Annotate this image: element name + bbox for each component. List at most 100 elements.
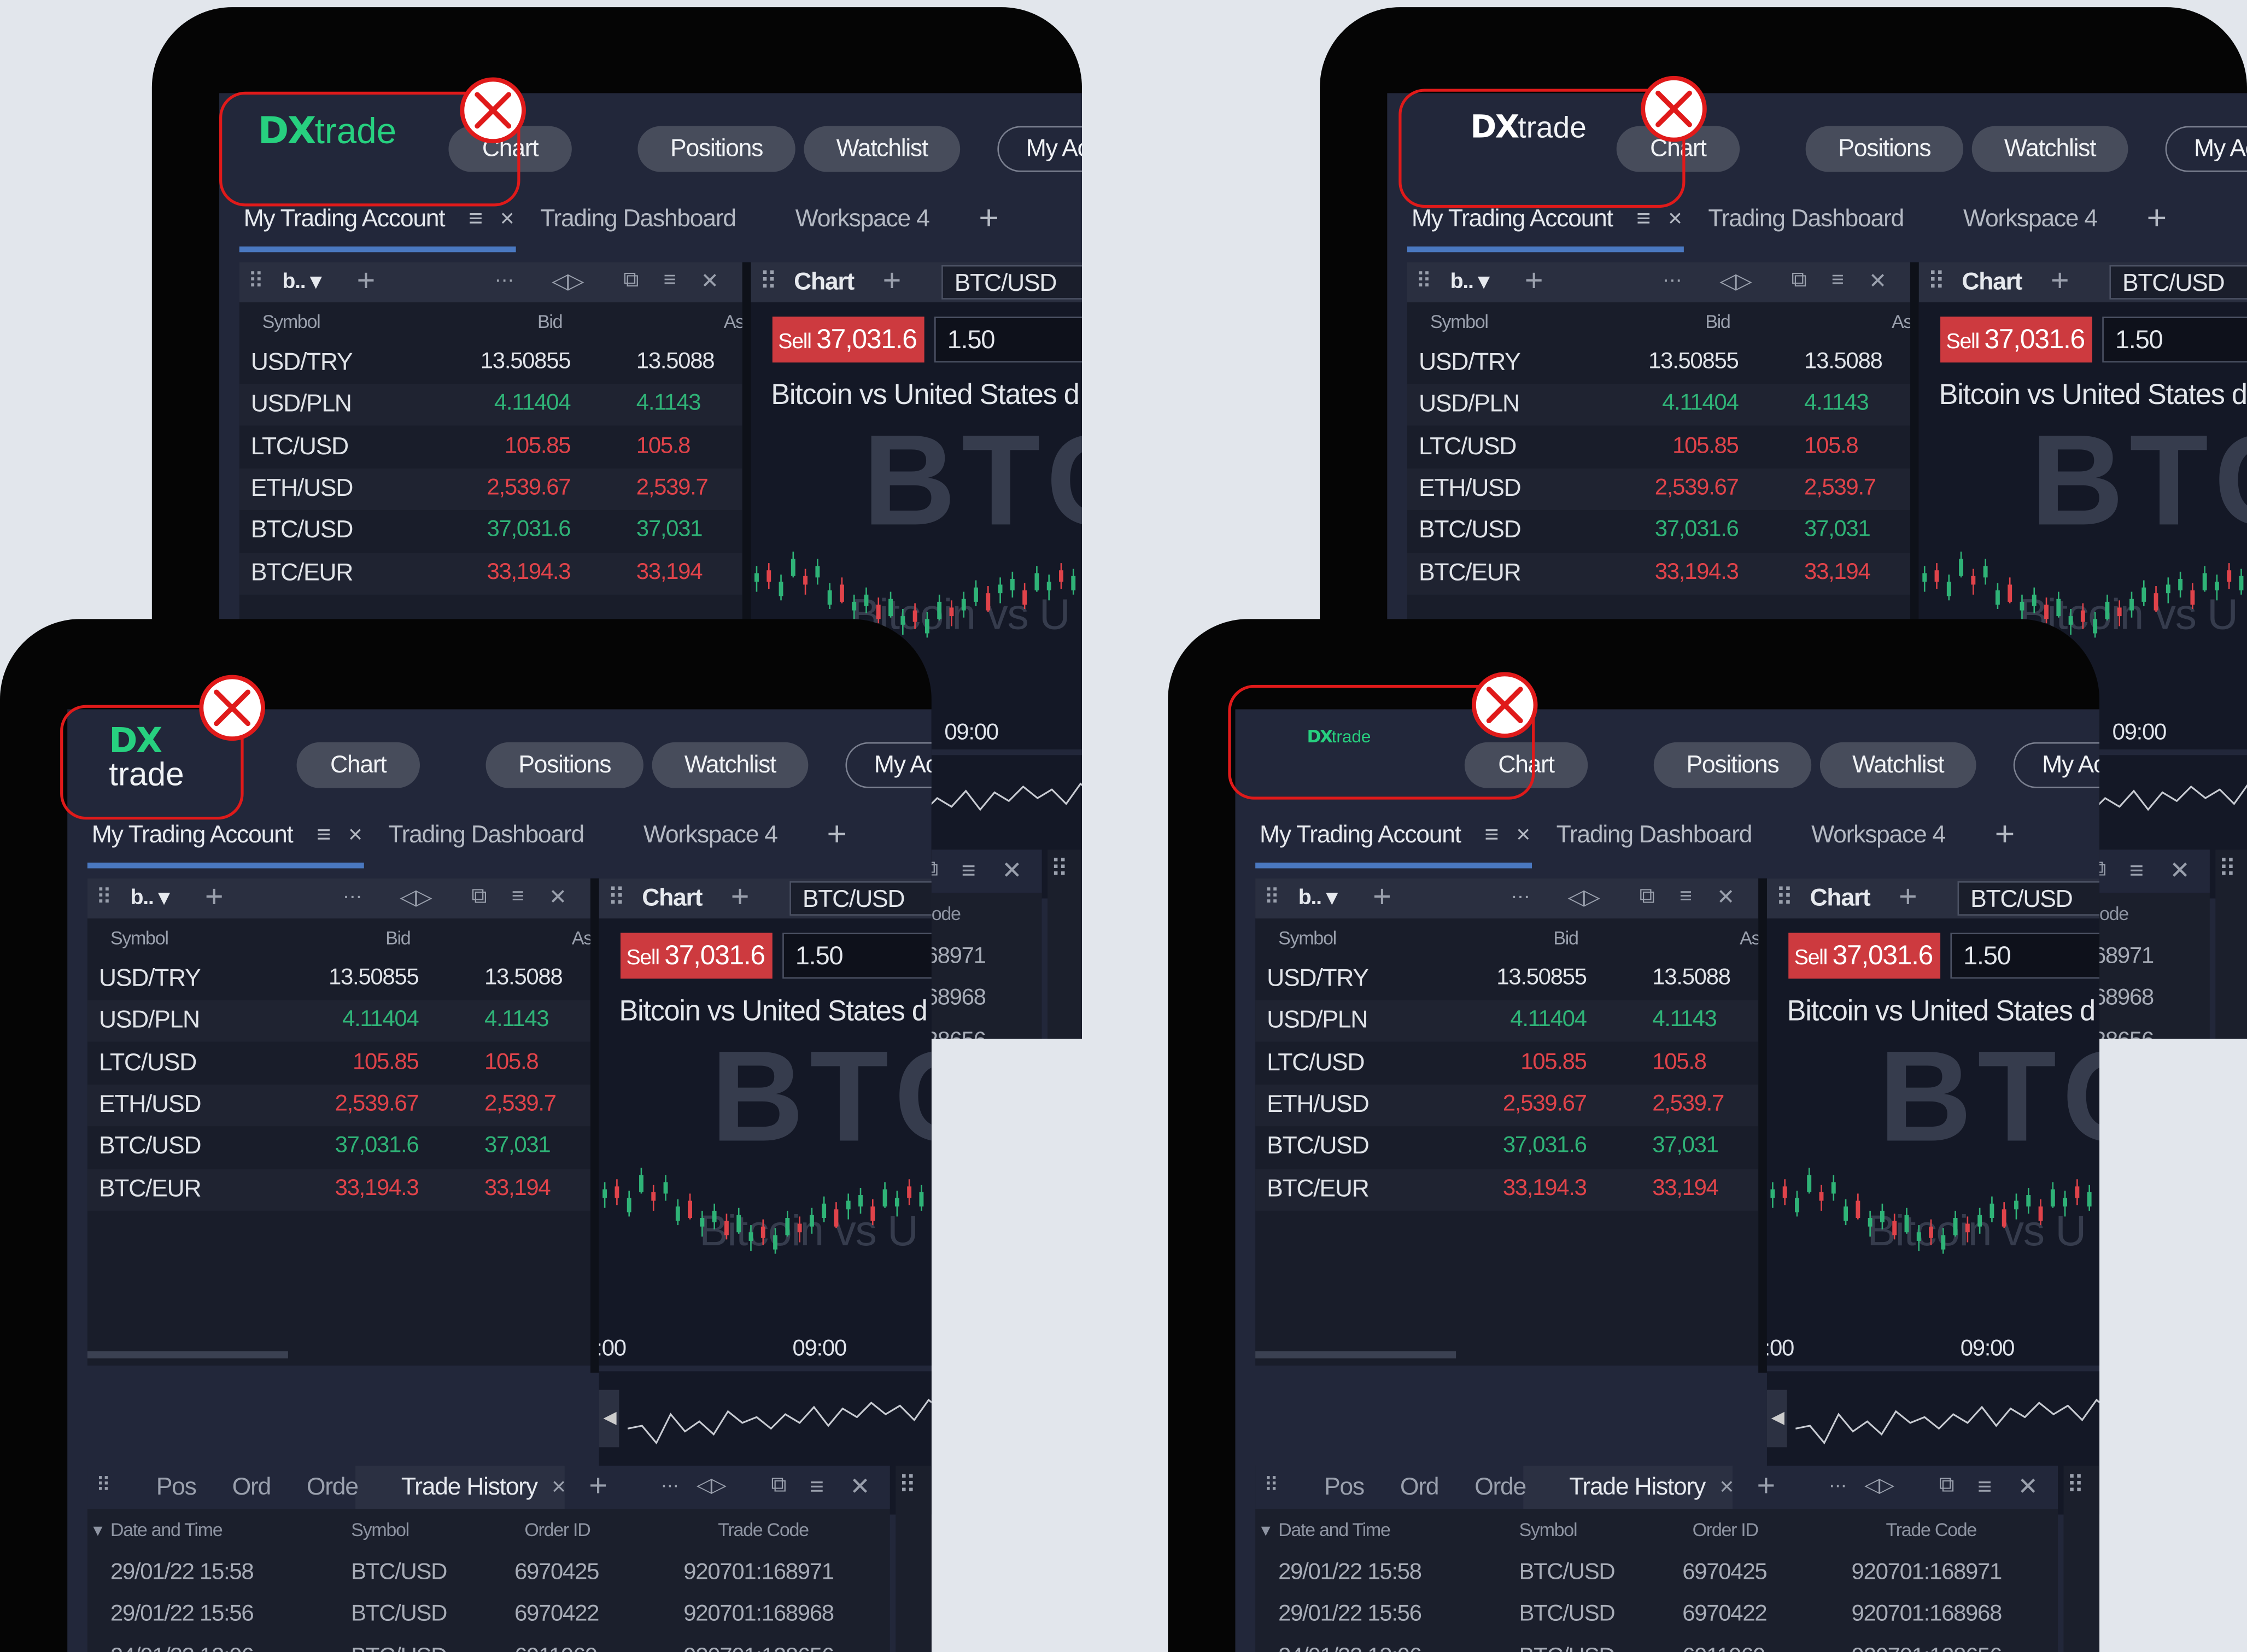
close-icon[interactable]: ✕ xyxy=(549,884,567,910)
candlestick-series[interactable] xyxy=(1767,1137,2099,1280)
sell-button[interactable]: Sell 37,031.6 xyxy=(1788,933,1941,979)
watchlist-row[interactable]: ETH/USD 2,539.67 2,539.7 xyxy=(239,468,742,510)
add-icon[interactable]: + xyxy=(731,878,750,916)
close-icon[interactable]: ✕ xyxy=(1869,268,1887,294)
tab-positions[interactable]: Pos xyxy=(1324,1473,1365,1502)
watchlist-row[interactable]: BTC/EUR 33,194.3 33,194 xyxy=(1407,552,1911,594)
menu-icon[interactable]: ≡ xyxy=(962,857,976,885)
tab-my-trading-account[interactable]: My Trading Account xyxy=(1260,821,1461,850)
nav-positions-button[interactable]: Positions xyxy=(1805,126,1964,172)
split-icon[interactable]: ◁▷ xyxy=(1864,1473,1894,1498)
tab-menu-icon[interactable]: ≡ xyxy=(469,205,483,233)
sort-icon[interactable]: ▾ xyxy=(1261,1519,1271,1542)
drag-handle-icon[interactable]: ⠿ xyxy=(248,268,264,294)
col-symbol[interactable]: Symbol xyxy=(1519,1519,1577,1540)
watchlist-selector[interactable]: b.. ▾ xyxy=(131,884,169,910)
watchlist-row[interactable]: USD/TRY 13.50855 13.5088 xyxy=(1255,959,1758,1000)
col-symbol[interactable]: Symbol xyxy=(351,1519,409,1540)
split-icon[interactable]: ◁▷ xyxy=(400,884,432,910)
tab-menu-icon[interactable]: ≡ xyxy=(1485,821,1499,850)
nav-positions-button[interactable]: Positions xyxy=(1653,742,1812,788)
col-symbol[interactable]: Symbol xyxy=(110,927,169,948)
add-icon[interactable]: + xyxy=(589,1467,607,1504)
add-tab-icon[interactable]: + xyxy=(979,199,999,239)
drag-handle-icon[interactable]: ⠿ xyxy=(1776,884,1794,912)
col-ask[interactable]: As xyxy=(724,311,745,332)
tab-positions[interactable]: Pos xyxy=(156,1473,197,1502)
add-icon[interactable]: + xyxy=(1525,262,1543,300)
quantity-input[interactable]: 1.50 xyxy=(1950,933,2100,979)
sell-button[interactable]: Sell 37,031.6 xyxy=(620,933,773,979)
watchlist-row[interactable]: USD/PLN 4.11404 4.1143 xyxy=(87,1000,590,1042)
col-ask[interactable]: As xyxy=(1740,927,1760,948)
add-icon[interactable]: + xyxy=(2051,262,2069,300)
watchlist-selector[interactable]: b.. ▾ xyxy=(1298,884,1337,910)
quantity-input[interactable]: 1.50 xyxy=(2102,317,2247,363)
symbol-selector[interactable]: BTC/USD xyxy=(789,881,932,916)
tab-order-history[interactable]: Orde xyxy=(307,1473,359,1502)
tab-orders[interactable]: Ord xyxy=(232,1473,272,1502)
watchlist-row[interactable]: USD/PLN 4.11404 4.1143 xyxy=(1407,384,1911,426)
tab-my-trading-account[interactable]: My Trading Account xyxy=(92,821,294,850)
watchlist-row[interactable]: ETH/USD 2,539.67 2,539.7 xyxy=(1255,1084,1759,1126)
trade-history-tab-label[interactable]: Trade History xyxy=(401,1473,538,1502)
watchlist-row[interactable]: USD/PLN 4.11404 4.1143 xyxy=(1255,1000,1759,1042)
tab-close-icon[interactable]: × xyxy=(552,1473,566,1502)
tab-close-icon[interactable]: × xyxy=(1516,821,1530,850)
tab-close-icon[interactable]: × xyxy=(500,205,514,233)
add-icon[interactable]: + xyxy=(1899,878,1917,916)
tab-menu-icon[interactable]: ≡ xyxy=(317,821,331,850)
split-icon[interactable]: ◁▷ xyxy=(552,268,584,294)
drag-handle-icon[interactable]: ⠿ xyxy=(1050,856,1068,884)
tab-workspace-4[interactable]: Workspace 4 xyxy=(1963,205,2098,233)
tab-trading-dashboard[interactable]: Trading Dashboard xyxy=(540,205,736,233)
watchlist-row[interactable]: BTC/EUR 33,194.3 33,194 xyxy=(87,1168,590,1210)
add-tab-icon[interactable]: + xyxy=(1995,815,2015,855)
watchlist-row[interactable]: ETH/USD 2,539.67 2,539.7 xyxy=(1407,468,1911,510)
watchlist-selector[interactable]: b.. ▾ xyxy=(282,268,321,294)
watchlist-row[interactable]: USD/TRY 13.50855 13.5088 xyxy=(1407,342,1910,384)
nav-my-account-button[interactable]: My Account xyxy=(997,126,1082,172)
more-icon[interactable]: ··· xyxy=(660,1473,679,1496)
drag-handle-icon[interactable]: ⠿ xyxy=(1416,268,1432,294)
drag-handle-icon[interactable]: ⠿ xyxy=(607,884,625,912)
watchlist-row[interactable]: BTC/EUR 33,194.3 33,194 xyxy=(1255,1168,1759,1210)
popout-icon[interactable]: ⧉ xyxy=(471,884,487,909)
candlestick-series[interactable] xyxy=(599,1137,932,1280)
tab-trading-dashboard[interactable]: Trading Dashboard xyxy=(1556,821,1753,850)
add-icon[interactable]: + xyxy=(205,878,224,916)
tab-close-icon[interactable]: × xyxy=(1668,205,1682,233)
watchlist-row[interactable]: ETH/USD 2,539.67 2,539.7 xyxy=(87,1084,590,1126)
more-icon[interactable]: ··· xyxy=(342,884,362,909)
scrollbar[interactable] xyxy=(87,1351,288,1358)
sell-button[interactable]: Sell 37,031.6 xyxy=(1940,317,2092,363)
tab-close-icon[interactable]: × xyxy=(348,821,362,850)
watchlist-row[interactable]: USD/TRY 13.50855 13.5088 xyxy=(87,959,590,1000)
col-symbol[interactable]: Symbol xyxy=(262,311,321,332)
symbol-selector[interactable]: BTC/USD xyxy=(1957,881,2100,916)
tab-workspace-4[interactable]: Workspace 4 xyxy=(1811,821,1946,850)
menu-icon[interactable]: ≡ xyxy=(1680,884,1692,909)
tab-workspace-4[interactable]: Workspace 4 xyxy=(795,205,930,233)
popout-icon[interactable]: ⧉ xyxy=(1640,884,1655,909)
col-symbol[interactable]: Symbol xyxy=(1278,927,1337,948)
add-icon[interactable]: + xyxy=(1757,1467,1776,1504)
add-icon[interactable]: + xyxy=(883,262,902,300)
nav-positions-button[interactable]: Positions xyxy=(637,126,795,172)
col-trade-code[interactable]: Trade Code xyxy=(1886,1519,1977,1540)
add-tab-icon[interactable]: + xyxy=(2147,199,2167,239)
add-icon[interactable]: + xyxy=(357,262,376,300)
menu-icon[interactable]: ≡ xyxy=(512,884,524,909)
tab-close-icon[interactable]: × xyxy=(1719,1473,1734,1502)
nav-watchlist-button[interactable]: Watchlist xyxy=(1819,742,1976,788)
col-symbol[interactable]: Symbol xyxy=(1430,311,1489,332)
popout-icon[interactable]: ⧉ xyxy=(1791,268,1806,292)
nav-chart-button[interactable]: Chart xyxy=(296,742,420,788)
more-icon[interactable]: ··· xyxy=(494,268,514,292)
menu-icon[interactable]: ≡ xyxy=(810,1473,824,1502)
trade-history-tab-label[interactable]: Trade History xyxy=(1569,1473,1706,1502)
more-icon[interactable]: ··· xyxy=(1663,268,1683,292)
sell-button[interactable]: Sell 37,031.6 xyxy=(772,317,924,363)
popout-icon[interactable]: ⧉ xyxy=(771,1473,786,1498)
drag-handle-icon[interactable]: ⠿ xyxy=(1264,1473,1279,1498)
